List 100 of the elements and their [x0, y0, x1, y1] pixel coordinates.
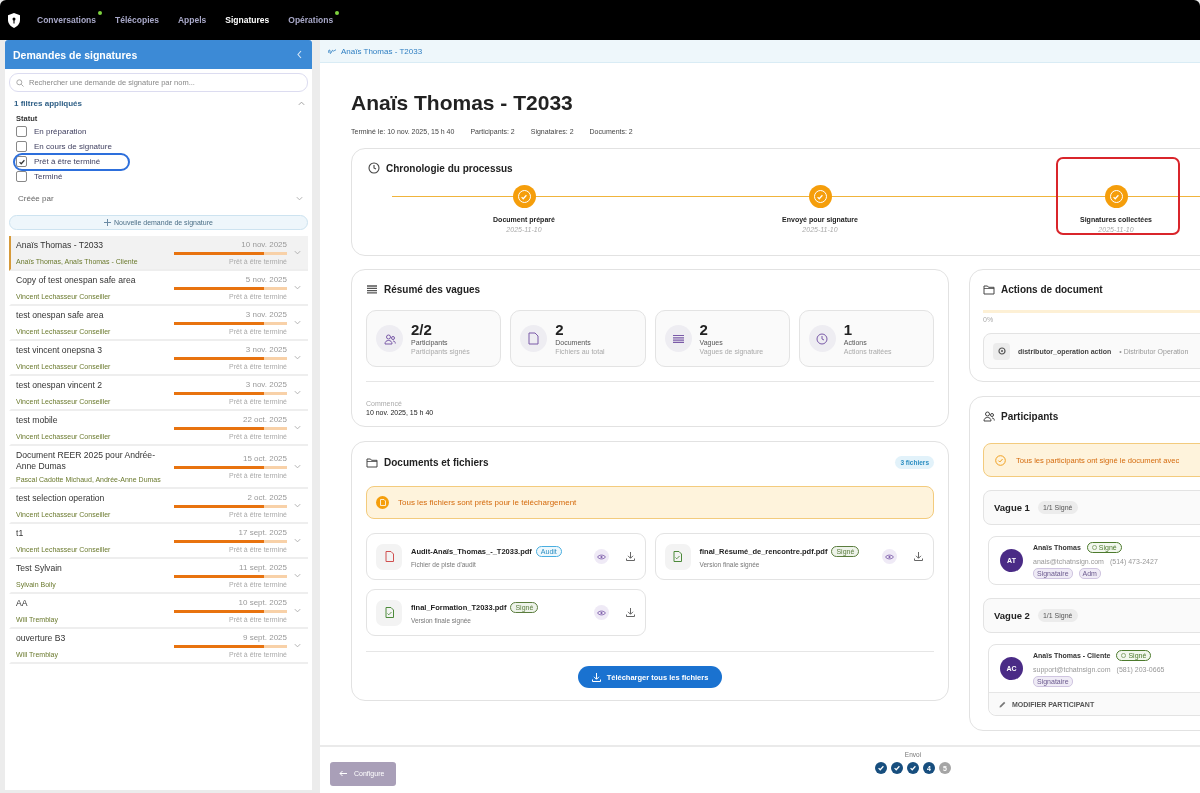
- stack-icon: [672, 333, 684, 344]
- download-icon: [625, 552, 635, 561]
- stack-icon: [366, 284, 378, 295]
- nav-tab[interactable]: Conversations: [35, 15, 99, 25]
- step-dot: [875, 762, 887, 774]
- request-title: test onespan vincent 2: [16, 380, 103, 392]
- document-icon: [528, 332, 540, 345]
- download-icon: [591, 672, 601, 682]
- request-date: 15 oct. 2025: [242, 454, 287, 464]
- card-title: Résumé des vagues: [384, 284, 481, 295]
- request-date: 3 nov. 2025: [245, 380, 287, 389]
- checkbox-label[interactable]: En préparation: [34, 127, 87, 136]
- download-icon: [625, 608, 635, 617]
- request-title: Test Sylvain: [16, 563, 63, 575]
- clock-icon: [816, 332, 829, 345]
- request-date: 17 sept. 2025: [238, 528, 287, 538]
- request-title: test vincent onepsna 3: [16, 345, 103, 357]
- request-title: t1: [16, 528, 25, 540]
- request-date: 2 oct. 2025: [247, 493, 287, 503]
- stat-value: 2: [555, 322, 565, 337]
- checkbox[interactable]: [16, 126, 27, 137]
- card-title: Documents et fichiers: [384, 457, 489, 468]
- shield-logo-icon[interactable]: [8, 12, 20, 28]
- stat-value: 2: [699, 322, 709, 337]
- chevron-down-icon: [293, 248, 302, 257]
- nav-tab[interactable]: Signatures: [223, 15, 272, 25]
- signature-icon: [328, 48, 336, 54]
- download-button[interactable]: [625, 552, 635, 561]
- chevron-down-icon: [293, 423, 302, 432]
- chevron-up-icon: [297, 99, 306, 108]
- page-title: Anaïs Thomas - T2033: [351, 91, 573, 115]
- signed-document-icon: [673, 551, 682, 562]
- request-title: test onespan safe area: [16, 310, 105, 322]
- request-date: 5 nov. 2025: [245, 275, 287, 284]
- request-title: Copy of test onespan safe area: [16, 275, 137, 287]
- download-button[interactable]: [625, 608, 635, 617]
- preview-button[interactable]: [882, 549, 897, 564]
- document-icon: [384, 551, 394, 562]
- panel-title: Demandes de signatures: [13, 48, 138, 61]
- check-icon: [520, 192, 528, 201]
- nav-tab[interactable]: Télécopies: [113, 15, 161, 25]
- card-title: Actions de document: [1001, 284, 1103, 295]
- request-date: 10 nov. 2025: [241, 240, 287, 249]
- plus-icon: [104, 219, 112, 226]
- chevron-down-icon: [293, 353, 302, 362]
- download-button[interactable]: [914, 552, 923, 561]
- nav-tab[interactable]: Appels: [176, 15, 209, 25]
- chevron-down-icon: [293, 283, 302, 292]
- request-title: AA: [16, 598, 29, 610]
- chevron-down-icon: [293, 318, 302, 327]
- people-icon: [383, 332, 396, 345]
- request-date: 22 oct. 2025: [242, 415, 287, 424]
- request-title: Document REER 2025 pour Andrée-Anne Dumas: [16, 450, 156, 473]
- check-icon: [1112, 192, 1120, 201]
- collapse-chevron-icon[interactable]: [296, 50, 303, 59]
- step-dot: [891, 762, 903, 774]
- checkbox-label[interactable]: Terminé: [34, 172, 63, 181]
- request-date: 3 nov. 2025: [245, 310, 287, 319]
- eye-icon: [596, 609, 606, 616]
- wave-title: Vague 1: [994, 502, 1030, 513]
- request-date: 11 sept. 2025: [239, 563, 287, 573]
- preview-button[interactable]: [593, 549, 609, 564]
- notice-text: Tous les fichiers sont prêts pour le téléchargement: [398, 498, 577, 507]
- step-dot: [907, 762, 919, 774]
- folder-icon: [366, 457, 378, 468]
- filter-summary: 1 filtres appliqués: [14, 99, 83, 108]
- stat-value: 1: [843, 322, 854, 337]
- check-icon: [17, 157, 26, 166]
- pencil-icon: [999, 700, 1006, 708]
- wave-title: Vague 2: [994, 610, 1030, 621]
- request-title: Anaïs Thomas - T2033: [16, 240, 105, 252]
- request-date: 10 sept. 2025: [238, 598, 287, 608]
- request-title: test mobile: [16, 415, 59, 427]
- breadcrumb-link[interactable]: Anaïs Thomas - T2033: [341, 46, 423, 56]
- nav-tab[interactable]: Opérations: [286, 15, 336, 25]
- request-title: ouverture B3: [16, 633, 67, 645]
- document-icon: [379, 499, 386, 506]
- preview-button[interactable]: [593, 605, 609, 620]
- checkbox[interactable]: [16, 156, 27, 167]
- checkbox-label[interactable]: Prêt à être terminé: [34, 157, 101, 166]
- gear-icon: [997, 347, 1006, 355]
- eye-icon: [885, 553, 894, 560]
- filter-dropdown-label[interactable]: Créée par: [18, 193, 54, 203]
- arrow-left-icon: [339, 770, 347, 777]
- check-icon: [816, 192, 824, 201]
- signed-document-icon: [384, 607, 394, 618]
- request-date: 9 sept. 2025: [242, 633, 287, 643]
- request-title: test selection operation: [16, 493, 106, 505]
- people-icon: [983, 410, 995, 422]
- eye-icon: [596, 553, 606, 560]
- download-icon: [914, 552, 923, 561]
- chevron-down-icon: [293, 388, 302, 397]
- checkbox[interactable]: [16, 171, 27, 182]
- card-title: Participants: [1001, 410, 1059, 422]
- card-title: Chronologie du processus: [386, 162, 513, 174]
- clock-icon: [368, 162, 380, 174]
- checkbox-label[interactable]: En cours de signature: [34, 142, 112, 151]
- checkbox[interactable]: [16, 141, 27, 152]
- request-date: 3 nov. 2025: [245, 345, 287, 354]
- search-icon: [16, 79, 24, 87]
